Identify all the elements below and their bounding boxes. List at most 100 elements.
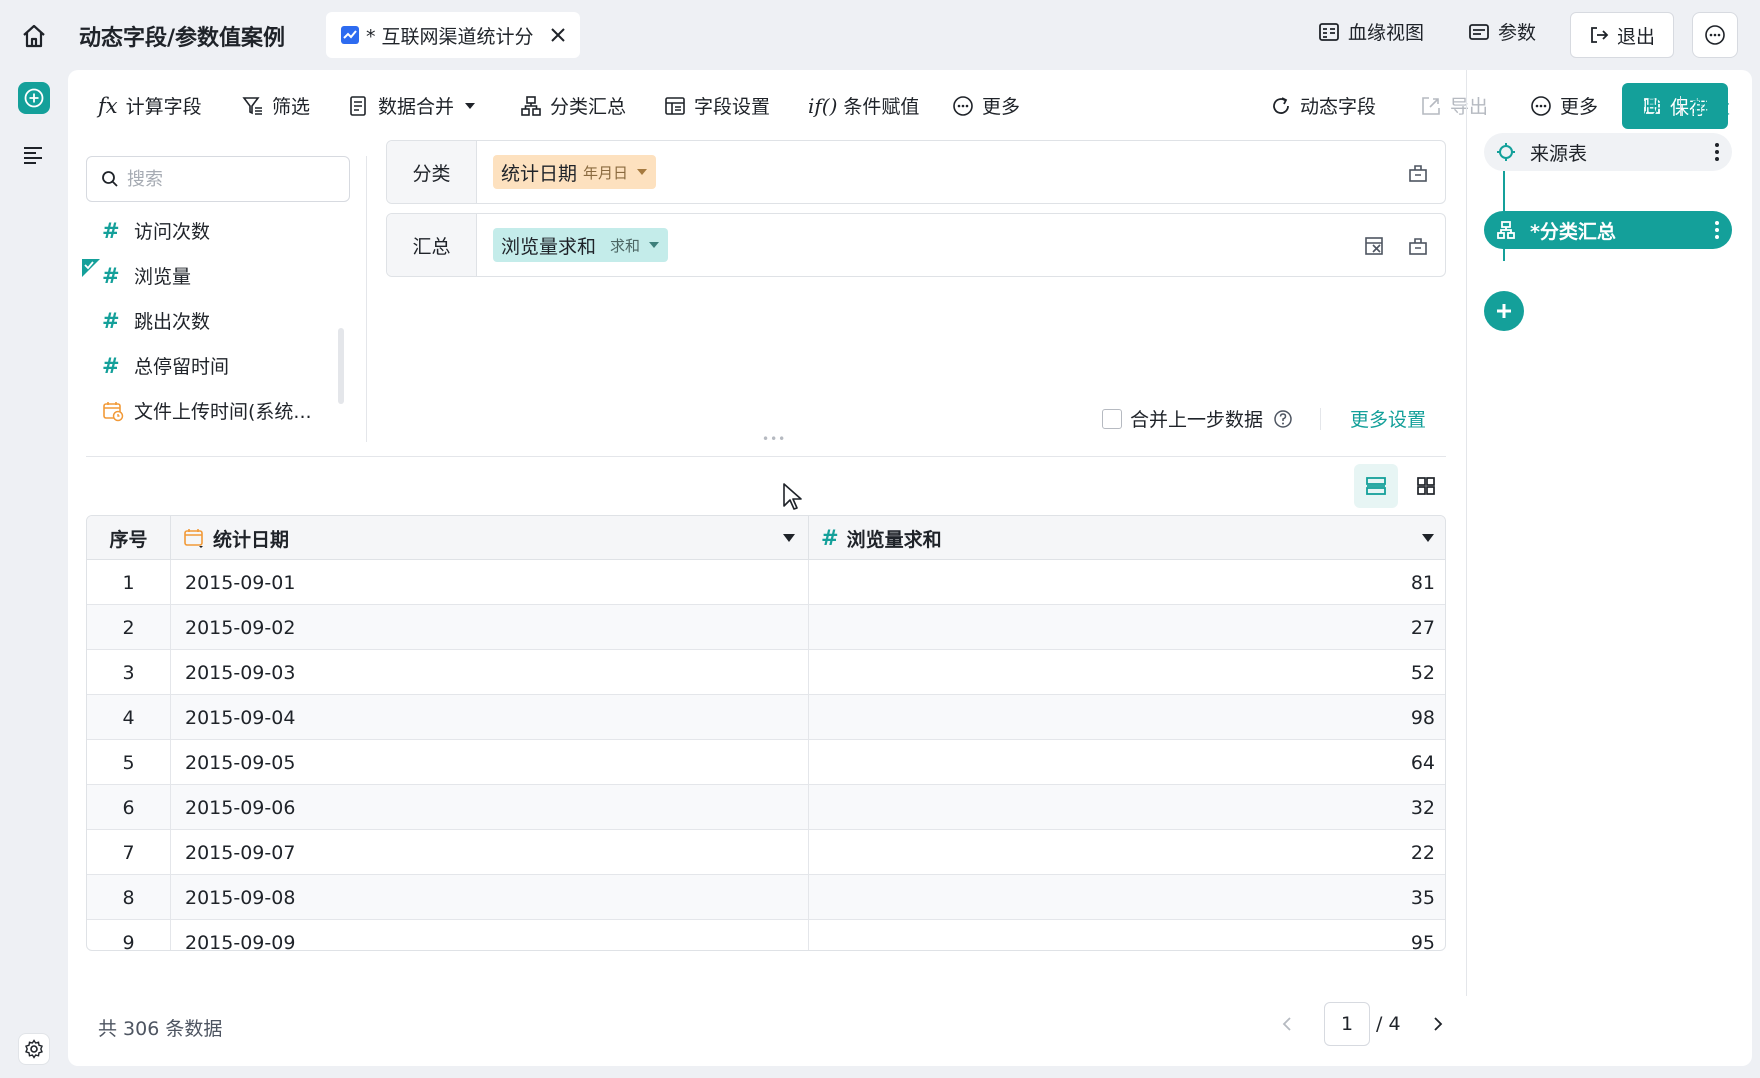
field-item[interactable]: # 跳出次数 — [102, 298, 312, 343]
cell-sum: 35 — [1410, 886, 1435, 909]
merge-prev-option[interactable]: 合并上一步数据 — [1102, 405, 1293, 432]
pipeline-node-active[interactable]: *分类汇总 — [1484, 211, 1732, 249]
close-icon[interactable] — [550, 27, 566, 43]
filter-label: 筛选 — [272, 96, 311, 118]
home-icon[interactable] — [20, 22, 48, 50]
field-label: 浏览量 — [134, 266, 192, 288]
field-item[interactable]: # 访问次数 — [102, 208, 312, 253]
params-label: 参数 — [1498, 22, 1537, 44]
lineage-label: 血缘视图 — [1348, 22, 1425, 44]
outline-icon[interactable] — [22, 144, 46, 166]
add-step-button[interactable] — [18, 82, 50, 114]
tab-label: * 互联网渠道统计分 — [366, 25, 534, 48]
column-menu-icon[interactable] — [1421, 531, 1435, 545]
more-tools-label: 更多 — [982, 96, 1021, 118]
cell-seq: 6 — [87, 785, 171, 830]
chevron-left-icon — [1282, 1017, 1291, 1031]
explain-link[interactable]: 说明 — [1628, 92, 1666, 119]
cell-date: 2015-09-09 — [171, 920, 809, 950]
data-merge-button[interactable]: 数据合并 — [348, 92, 476, 119]
help-icon[interactable] — [1273, 409, 1293, 429]
table-body: 1 2015-09-01 81 2 2015-09-02 27 3 2015-09-03 52 4… — [87, 560, 1445, 950]
number-type-icon: # — [102, 218, 120, 243]
cell-seq: 9 — [87, 920, 171, 950]
group-chip-label: 统计日期 — [501, 162, 578, 185]
more-right-button[interactable]: 更多 — [1530, 92, 1598, 119]
field-item[interactable]: # 总停留时间 — [102, 343, 312, 388]
table-row[interactable]: 4 2015-09-04 98 — [87, 695, 1445, 740]
group-field-chip[interactable]: 统计日期 年月日 — [493, 155, 657, 189]
cell-sum: 32 — [1410, 796, 1435, 819]
field-item[interactable]: # 浏览量 — [82, 253, 312, 298]
export-button[interactable]: 导出 — [1420, 92, 1488, 119]
more-menu-button[interactable] — [1692, 12, 1738, 58]
datetime-type-icon — [102, 400, 134, 422]
chart-icon — [340, 25, 360, 45]
resize-handle[interactable]: ••• — [762, 432, 786, 446]
field-label: 跳出次数 — [134, 311, 211, 333]
node-label: 来源表 — [1530, 142, 1588, 165]
cell-sum: 52 — [1410, 661, 1435, 684]
batch-link[interactable]: 批量 — [1692, 92, 1730, 119]
group-summary-button[interactable]: 分类汇总 — [520, 92, 626, 119]
plus-circle-icon — [24, 88, 44, 108]
more-dots-icon — [1531, 95, 1551, 116]
cell-date: 2015-09-03 — [171, 650, 809, 695]
cell-date: 2015-09-07 — [171, 830, 809, 875]
clear-icon[interactable] — [1407, 162, 1429, 184]
next-page-button[interactable] — [1423, 1002, 1453, 1046]
cell-sum: 22 — [1410, 841, 1435, 864]
field-settings-button[interactable]: 字段设置 — [664, 92, 770, 119]
summary-label: 汇总 — [387, 214, 477, 276]
more-settings-link[interactable]: 更多设置 — [1350, 405, 1426, 432]
column-menu-icon[interactable] — [782, 531, 796, 545]
exit-button[interactable]: 退出 — [1570, 12, 1674, 58]
conditional-assign-button[interactable]: if() 条件赋值 — [808, 92, 919, 119]
column-header-sum[interactable]: # 浏览量求和 — [809, 516, 1445, 560]
search-icon — [102, 171, 118, 187]
clear-icon[interactable] — [1407, 235, 1429, 257]
field-settings-icon — [665, 96, 685, 115]
params-button[interactable]: 参数 — [1468, 18, 1536, 45]
pipeline-node-source[interactable]: 来源表 — [1484, 133, 1732, 171]
add-pipeline-step-button[interactable] — [1484, 291, 1524, 331]
group-label: 分类 — [387, 141, 477, 203]
search-input[interactable] — [127, 168, 327, 190]
table-view-button[interactable] — [1354, 464, 1398, 508]
summary-field-chip[interactable]: 浏览量求和 求和 — [493, 228, 669, 262]
table-row[interactable]: 3 2015-09-03 52 — [87, 650, 1445, 695]
table-row[interactable]: 6 2015-09-06 32 — [87, 785, 1445, 830]
table-row[interactable]: 2 2015-09-02 27 — [87, 605, 1445, 650]
table-row[interactable]: 1 2015-09-01 81 — [87, 560, 1445, 605]
field-label: 总停留时间 — [134, 356, 230, 378]
kebab-icon[interactable] — [1714, 220, 1720, 240]
lineage-view-button[interactable]: 血缘视图 — [1318, 18, 1424, 45]
data-table: 序号 统计日期 # 浏览量求和 1 2015-09-01 81 2 2015-09-02… — [86, 515, 1446, 951]
field-search[interactable] — [86, 156, 350, 202]
summary-row: 汇总 浏览量求和 求和 — [386, 213, 1446, 277]
remove-field-icon[interactable] — [1363, 235, 1385, 257]
column-header-date[interactable]: 统计日期 — [171, 516, 809, 560]
table-row[interactable]: 5 2015-09-05 64 — [87, 740, 1445, 785]
field-list-scrollbar[interactable] — [338, 328, 344, 404]
page-input[interactable] — [1324, 1002, 1370, 1046]
column-label: 浏览量求和 — [846, 528, 942, 551]
pipeline-connector — [1503, 249, 1505, 261]
prev-page-button[interactable] — [1272, 1002, 1302, 1046]
field-item[interactable]: 文件上传时间(系统... — [102, 388, 312, 433]
filter-button[interactable]: 筛选 — [242, 92, 310, 119]
table-row[interactable]: 8 2015-09-08 35 — [87, 875, 1445, 920]
kebab-icon[interactable] — [1714, 142, 1720, 162]
more-tools-button[interactable]: 更多 — [952, 92, 1020, 119]
summary-chip-label: 浏览量求和 — [501, 235, 597, 258]
number-type-icon: # — [102, 263, 120, 288]
table-row[interactable]: 9 2015-09-09 95 — [87, 920, 1445, 950]
merge-prev-checkbox[interactable] — [1102, 408, 1122, 429]
calc-field-button[interactable]: fx 计算字段 — [98, 92, 202, 119]
table-row[interactable]: 7 2015-09-07 22 — [87, 830, 1445, 875]
settings-button[interactable] — [18, 1033, 50, 1065]
grid-view-button[interactable] — [1404, 464, 1448, 508]
dynamic-field-button[interactable]: 动态字段 — [1270, 92, 1376, 119]
node-label: *分类汇总 — [1530, 220, 1616, 243]
tab-active[interactable]: * 互联网渠道统计分 — [326, 12, 580, 58]
